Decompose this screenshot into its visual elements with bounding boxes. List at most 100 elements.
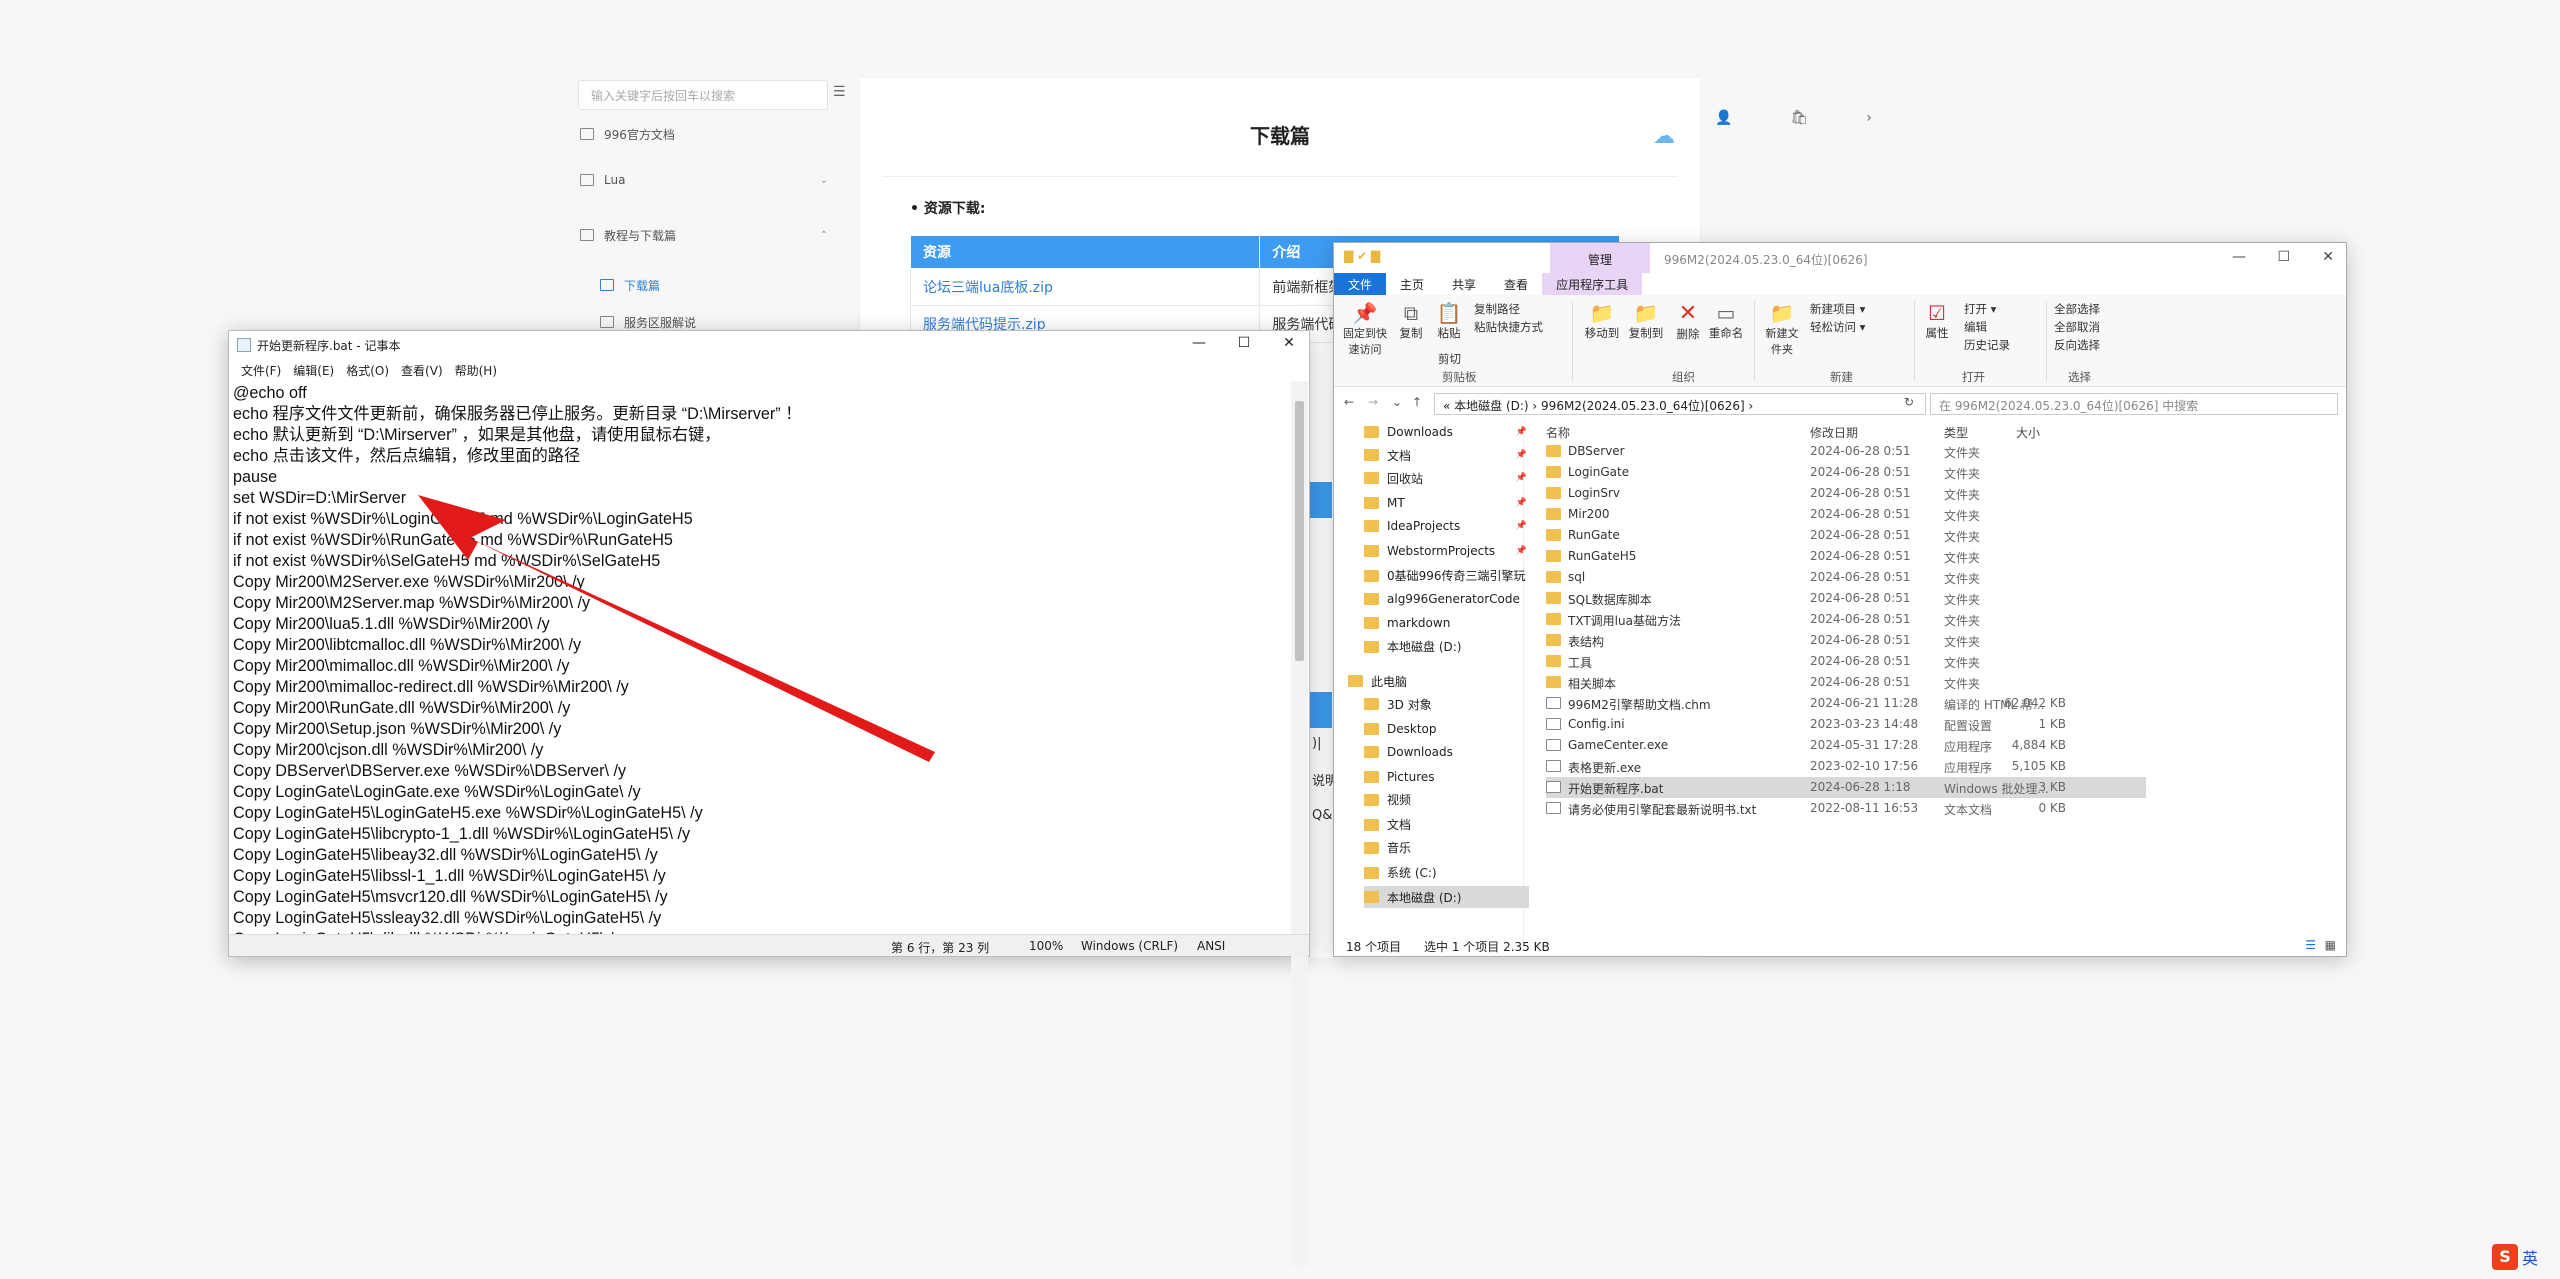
refresh-icon[interactable]: ↻	[1904, 395, 1914, 409]
pin-icon[interactable]: 📌	[1516, 450, 1527, 460]
menu-help[interactable]: 帮助(H)	[449, 359, 503, 381]
pin-icon[interactable]: 📌	[1516, 521, 1527, 531]
nav-item[interactable]: 音乐	[1364, 837, 1529, 859]
file-row[interactable]: Config.ini 2023-03-23 14:48 配置设置 1 KB	[1546, 714, 2146, 735]
pin-icon[interactable]: 📌	[1516, 498, 1527, 508]
cloud-icon[interactable]: ☁	[1653, 124, 1675, 149]
file-row[interactable]: 表结构 2024-06-28 0:51 文件夹	[1546, 630, 2146, 651]
rename-button[interactable]: ▭ 重命名	[1706, 301, 1746, 341]
notepad-titlebar[interactable]: 开始更新程序.bat - 记事本 — ☐ ✕	[229, 331, 1309, 359]
paste-button[interactable]: 📋 粘贴	[1432, 301, 1466, 341]
minimize-icon[interactable]: —	[2232, 249, 2246, 265]
tab-app-tools[interactable]: 应用程序工具	[1542, 273, 1643, 295]
nav-item[interactable]: 回收站 📌	[1364, 467, 1529, 489]
delete-button[interactable]: ✕ 删除	[1672, 301, 1704, 342]
copy-path-button[interactable]: 复制路径	[1474, 301, 1520, 317]
nav-item[interactable]: 3D 对象	[1364, 693, 1529, 715]
docs-search-input[interactable]: 输入关键字后按回车以搜索	[578, 80, 828, 110]
nav-item[interactable]: 本地磁盘 (D:)	[1364, 886, 1529, 909]
nav-item-official-docs[interactable]: 996官方文档	[580, 122, 840, 146]
file-row[interactable]: sql 2024-06-28 0:51 文件夹	[1546, 567, 2146, 588]
file-row[interactable]: GameCenter.exe 2024-05-31 17:28 应用程序 4,884 …	[1546, 735, 2146, 756]
easy-access-button[interactable]: 轻松访问 ▾	[1810, 319, 1865, 335]
nav-item[interactable]: markdown	[1364, 612, 1529, 634]
cut-button[interactable]: 剪切	[1438, 351, 1461, 367]
tab-home[interactable]: 主页	[1386, 273, 1438, 295]
menu-edit[interactable]: 编辑(E)	[287, 359, 340, 381]
explorer-window[interactable]: ▇ ✔ ▇ 管理 996M2(2024.05.23.0_64位)[0626] —…	[1333, 242, 2347, 957]
nav-item[interactable]: 文档 📌	[1364, 444, 1529, 466]
file-row[interactable]: Mir200 2024-06-28 0:51 文件夹	[1546, 504, 2146, 525]
nav-item[interactable]: WebstormProjects 📌	[1364, 540, 1529, 562]
col-name[interactable]: 名称	[1546, 424, 1570, 441]
col-date[interactable]: 修改日期	[1810, 424, 1858, 441]
file-row[interactable]: DBServer 2024-06-28 0:51 文件夹	[1546, 441, 2146, 462]
nav-item-download[interactable]: 下载篇	[600, 273, 860, 297]
file-row[interactable]: 开始更新程序.bat 2024-06-28 1:18 Windows 批处理... 3…	[1546, 777, 2146, 798]
new-item-button[interactable]: 新建项目 ▾	[1810, 301, 1865, 317]
details-view-icon[interactable]: ☰	[2305, 938, 2316, 952]
history-button[interactable]: 历史记录	[1964, 337, 2010, 353]
recent-icon[interactable]: ⌄	[1392, 395, 1402, 409]
scrollbar-thumb[interactable]	[1295, 401, 1304, 661]
back-icon[interactable]: ←	[1344, 395, 1354, 409]
copy-to-button[interactable]: 📁 复制到	[1626, 301, 1666, 341]
file-row[interactable]: 表格更新.exe 2023-02-10 17:56 应用程序 5,105 KB	[1546, 756, 2146, 777]
nav-item[interactable]: 视频	[1364, 789, 1529, 811]
select-none-button[interactable]: 全部取消	[2054, 319, 2100, 335]
nav-item[interactable]: Downloads 📌	[1364, 421, 1529, 443]
address-input[interactable]: « 本地磁盘 (D:) › 996M2(2024.05.23.0_64位)[06…	[1434, 393, 1926, 415]
text-editor[interactable]: @echo off echo 程序文件文件更新前，确保服务器已停止服务。更新目录 …	[233, 383, 1293, 1263]
menu-icon[interactable]: ☰	[833, 84, 846, 100]
nav-item[interactable]: Desktop	[1364, 718, 1529, 740]
file-row[interactable]: LoginGate 2024-06-28 0:51 文件夹	[1546, 462, 2146, 483]
tab-file[interactable]: 文件	[1334, 273, 1387, 295]
minimize-icon[interactable]: —	[1179, 335, 1219, 351]
new-folder-button[interactable]: 📁 新建文件夹	[1762, 301, 1802, 357]
explorer-titlebar[interactable]: ▇ ✔ ▇ 管理 996M2(2024.05.23.0_64位)[0626] —…	[1334, 243, 2346, 273]
user-icon[interactable]: 👤	[1715, 110, 1732, 130]
close-icon[interactable]: ✕	[2322, 249, 2334, 265]
close-icon[interactable]: ✕	[1269, 335, 1309, 351]
thumbnail-view-icon[interactable]: ▦	[2325, 938, 2336, 952]
ime-indicator[interactable]: S 英	[2492, 1242, 2554, 1272]
maximize-icon[interactable]: ☐	[1224, 335, 1264, 351]
nav-item-tutorial[interactable]: 教程与下载篇 ⌃	[580, 223, 840, 247]
invert-selection-button[interactable]: 反向选择	[2054, 337, 2100, 353]
menu-view[interactable]: 查看(V)	[395, 359, 449, 381]
pin-icon[interactable]: 📌	[1516, 427, 1527, 437]
menu-file[interactable]: 文件(F)	[235, 359, 287, 381]
select-all-button[interactable]: 全部选择	[2054, 301, 2100, 317]
bag-icon[interactable]: 🛍	[1790, 110, 1808, 130]
edit-button[interactable]: 编辑	[1964, 319, 1987, 335]
vertical-scrollbar[interactable]	[1291, 381, 1308, 1267]
nav-item[interactable]: alg996GeneratorCode	[1364, 588, 1529, 610]
pin-button[interactable]: 📌 固定到快速访问	[1340, 301, 1390, 357]
paste-shortcut-button[interactable]: 粘贴快捷方式	[1474, 319, 1543, 335]
file-row[interactable]: RunGateH5 2024-06-28 0:51 文件夹	[1546, 546, 2146, 567]
file-row[interactable]: 工具 2024-06-28 0:51 文件夹	[1546, 651, 2146, 672]
nav-item[interactable]: Pictures	[1364, 766, 1529, 788]
menu-format[interactable]: 格式(O)	[340, 359, 395, 381]
properties-button[interactable]: ☑ 属性	[1922, 301, 1952, 341]
nav-item[interactable]: Downloads	[1364, 741, 1529, 763]
resource-link[interactable]: 论坛三端lua底板.zip	[923, 280, 1053, 296]
move-to-button[interactable]: 📁 移动到	[1582, 301, 1622, 341]
file-row[interactable]: 996M2引擎帮助文档.chm 2024-06-21 11:28 编译的 HTML …	[1546, 693, 2146, 714]
manage-tab[interactable]: 管理	[1550, 243, 1650, 273]
tab-share[interactable]: 共享	[1438, 273, 1490, 295]
nav-item[interactable]: 0基础996传奇三端引擎玩	[1364, 565, 1529, 587]
notepad-window[interactable]: 开始更新程序.bat - 记事本 — ☐ ✕ 文件(F) 编辑(E) 格式(O)…	[228, 330, 1310, 1267]
nav-item-lua[interactable]: Lua ⌄	[580, 168, 840, 192]
file-row[interactable]: LoginSrv 2024-06-28 0:51 文件夹	[1546, 483, 2146, 504]
file-row[interactable]: 相关脚本 2024-06-28 0:51 文件夹	[1546, 672, 2146, 693]
nav-item[interactable]: 文档	[1364, 814, 1529, 836]
nav-item[interactable]: 本地磁盘 (D:)	[1364, 636, 1529, 658]
copy-button[interactable]: ⧉ 复制	[1394, 301, 1428, 341]
file-row[interactable]: RunGate 2024-06-28 0:51 文件夹	[1546, 525, 2146, 546]
nav-item[interactable]: IdeaProjects 📌	[1364, 515, 1529, 537]
nav-item[interactable]: MT 📌	[1364, 492, 1529, 514]
pin-icon[interactable]: 📌	[1516, 473, 1527, 483]
forward-icon[interactable]: →	[1368, 395, 1378, 409]
col-size[interactable]: 大小	[2016, 424, 2040, 441]
